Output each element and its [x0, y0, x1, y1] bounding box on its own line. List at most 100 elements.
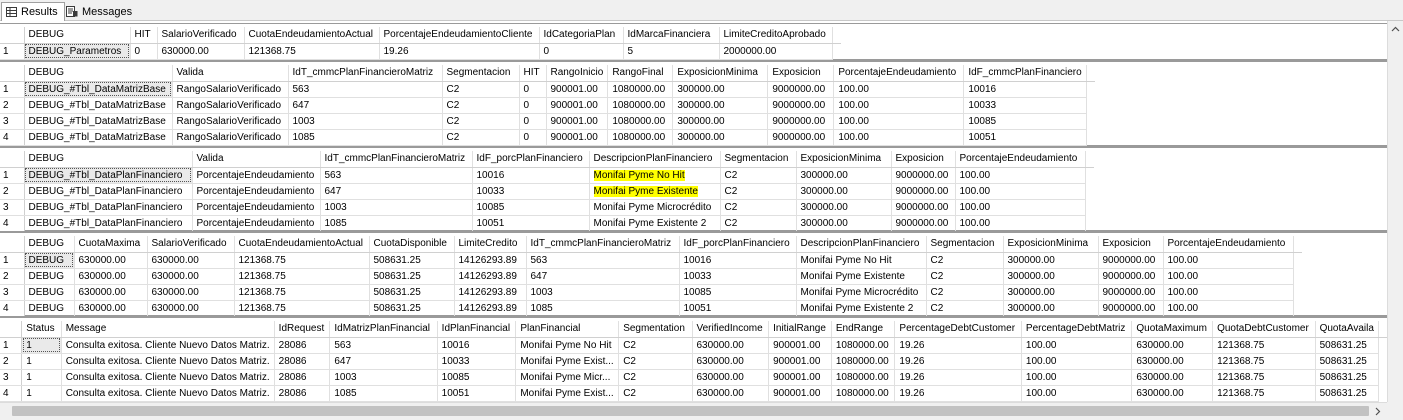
table-row[interactable]: 3 DEBUG_#Tbl_DataPlanFinanciero Porcentaje… — [0, 199, 1094, 216]
row-number[interactable]: 2 — [0, 97, 25, 114]
grid-cell[interactable]: C2 — [618, 337, 693, 354]
grid-cell[interactable]: C2 — [618, 385, 693, 402]
grid-cell[interactable]: C2 — [720, 199, 797, 216]
grid-cell[interactable]: 100.00 — [1021, 369, 1133, 386]
grid-cell[interactable]: 300000.00 — [1003, 268, 1099, 285]
grid-cell[interactable]: 630000.00 — [74, 252, 148, 269]
grid-cell[interactable]: 28086 — [274, 353, 331, 370]
grid-cell[interactable]: 0 — [519, 81, 547, 98]
grid-cell[interactable]: 630000.00 — [1131, 369, 1214, 386]
grid-cell[interactable]: 121368.75 — [1212, 369, 1316, 386]
grid-cell[interactable]: C2 — [442, 113, 520, 130]
grid-cell[interactable]: 300000.00 — [796, 199, 892, 216]
table-row[interactable]: 3 DEBUG 630000.00 630000.00 121368.75 508631.… — [0, 284, 1302, 301]
grid-cell[interactable]: DEBUG_#Tbl_DataMatrizBase — [24, 129, 173, 146]
table-row[interactable]: 1 DEBUG_Parametros 0 630000.00 121368.75 19.2… — [0, 43, 841, 60]
grid-cell[interactable]: 100.00 — [833, 81, 965, 98]
grid-cell[interactable]: 647 — [320, 183, 473, 200]
table-row[interactable]: 3 DEBUG_#Tbl_DataMatrizBase RangoSalarioVe… — [0, 113, 1095, 130]
vertical-scrollbar[interactable] — [1387, 21, 1403, 402]
row-number[interactable]: 4 — [0, 385, 23, 402]
grid-cell[interactable]: 1003 — [526, 284, 680, 301]
grid-cell[interactable]: PorcentajeEndeudamiento — [192, 167, 321, 184]
grid-cell[interactable]: 1085 — [320, 215, 473, 232]
grid-cell[interactable]: 1080000.00 — [831, 385, 896, 402]
grid-cell[interactable]: 9000000.00 — [1098, 300, 1164, 317]
grid-cell[interactable]: 1080000.00 — [607, 97, 674, 114]
grid-cell[interactable]: C2 — [442, 129, 520, 146]
grid-cell[interactable]: 121368.75 — [1212, 353, 1316, 370]
grid-cell[interactable]: 100.00 — [1163, 300, 1294, 317]
grid-cell[interactable]: 100.00 — [833, 129, 965, 146]
grid-cell[interactable]: 9000000.00 — [767, 113, 835, 130]
grid-cell[interactable]: C2 — [442, 81, 520, 98]
column-header[interactable]: Message — [61, 321, 275, 338]
grid-cell[interactable]: 9000000.00 — [1098, 268, 1164, 285]
grid-cell[interactable]: 10033 — [963, 97, 1088, 114]
column-header[interactable]: IdT_cmmcPlanFinancieroMatriz — [320, 151, 473, 168]
grid-cell[interactable]: 100.00 — [1163, 268, 1294, 285]
column-header[interactable]: IdPlanFinancial — [437, 321, 517, 338]
table-row[interactable]: 1 DEBUG 630000.00 630000.00 121368.75 508631.… — [0, 252, 1302, 269]
grid-cell[interactable]: PorcentajeEndeudamiento — [192, 215, 321, 232]
grid-cell[interactable]: 10051 — [472, 215, 590, 232]
grid-cell[interactable]: 121368.75 — [234, 300, 370, 317]
grid-cell[interactable]: 10033 — [472, 183, 590, 200]
grid-cell[interactable]: 900001.00 — [546, 81, 609, 98]
grid-cell[interactable]: 28086 — [274, 337, 331, 354]
grid-cell[interactable]: 300000.00 — [672, 113, 769, 130]
grid-cell[interactable]: 1 — [21, 353, 62, 370]
grid-cell[interactable]: 630000.00 — [1131, 337, 1214, 354]
column-header[interactable]: IdT_cmmcPlanFinancieroMatriz — [526, 236, 680, 253]
column-header[interactable]: DEBUG — [24, 151, 193, 168]
row-number-header[interactable] — [0, 65, 25, 82]
grid-cell[interactable]: DEBUG — [24, 268, 75, 285]
grid-cell[interactable]: Monifai Pyme No Hit — [589, 167, 721, 184]
grid-cell[interactable]: C2 — [926, 252, 1004, 269]
column-header[interactable]: LimiteCreditoAprobado — [719, 27, 833, 44]
grid-cell[interactable]: 10016 — [963, 81, 1088, 98]
grid-cell[interactable]: 100.00 — [833, 113, 965, 130]
grid-cell[interactable]: 563 — [320, 167, 473, 184]
table-row[interactable]: 1 DEBUG_#Tbl_DataMatrizBase RangoSalarioVe… — [0, 81, 1095, 98]
column-header[interactable]: DescripcionPlanFinanciero — [589, 151, 721, 168]
grid-cell[interactable]: 9000000.00 — [1098, 252, 1164, 269]
grid-cell[interactable]: 1085 — [526, 300, 680, 317]
table-row[interactable]: 4 DEBUG_#Tbl_DataPlanFinanciero Porcentaje… — [0, 215, 1094, 232]
grid-cell[interactable]: 630000.00 — [147, 252, 235, 269]
column-header[interactable]: QuotaMaximum — [1131, 321, 1214, 338]
grid-cell[interactable]: Monifai Pyme No Hit — [796, 252, 927, 269]
grid-cell[interactable]: 9000000.00 — [891, 215, 956, 232]
grid-cell[interactable]: 1085 — [329, 385, 438, 402]
row-number[interactable]: 4 — [0, 129, 25, 146]
column-header[interactable]: Exposicion — [1098, 236, 1164, 253]
column-header[interactable]: HIT — [130, 27, 158, 44]
grid-cell[interactable]: 9000000.00 — [767, 129, 835, 146]
column-header[interactable]: IdF_porcPlanFinanciero — [472, 151, 590, 168]
column-header[interactable]: PorcentajeEndeudamientoCliente — [379, 27, 540, 44]
grid-cell[interactable]: Consulta exitosa. Cliente Nuevo Datos Ma… — [61, 337, 275, 354]
result-grid-cuotas[interactable]: DEBUG CuotaMaxima SalarioVerificado CuotaEn… — [0, 231, 1387, 317]
grid-cell[interactable]: 14126293.89 — [454, 284, 527, 301]
column-header[interactable]: Valida — [172, 65, 289, 82]
column-header[interactable]: PorcentajeEndeudamiento — [955, 151, 1086, 168]
grid-cell[interactable]: 9000000.00 — [767, 97, 835, 114]
grid-cell[interactable]: 563 — [526, 252, 680, 269]
grid-cell[interactable]: 100.00 — [955, 167, 1086, 184]
column-header[interactable]: IdRequest — [274, 321, 331, 338]
row-number[interactable]: 1 — [0, 252, 25, 269]
horizontal-scrollbar[interactable] — [0, 402, 1387, 420]
grid-cell[interactable]: PorcentajeEndeudamiento — [192, 183, 321, 200]
grid-cell[interactable]: 121368.75 — [234, 284, 370, 301]
column-header[interactable]: PlanFinancial — [515, 321, 620, 338]
grid-cell[interactable]: 630000.00 — [147, 300, 235, 317]
grid-cell[interactable]: DEBUG_#Tbl_DataMatrizBase — [24, 81, 173, 98]
row-number[interactable]: 3 — [0, 113, 25, 130]
row-number-header[interactable] — [0, 236, 25, 253]
column-header[interactable]: Segmentacion — [926, 236, 1004, 253]
grid-cell[interactable]: 900001.00 — [768, 385, 832, 402]
grid-cell[interactable]: DEBUG_#Tbl_DataPlanFinanciero — [24, 215, 193, 232]
grid-cell[interactable]: 100.00 — [955, 215, 1086, 232]
table-row[interactable]: 1 1 Consulta exitosa. Cliente Nuevo Datos … — [0, 337, 1387, 354]
grid-cell[interactable]: 300000.00 — [672, 81, 769, 98]
